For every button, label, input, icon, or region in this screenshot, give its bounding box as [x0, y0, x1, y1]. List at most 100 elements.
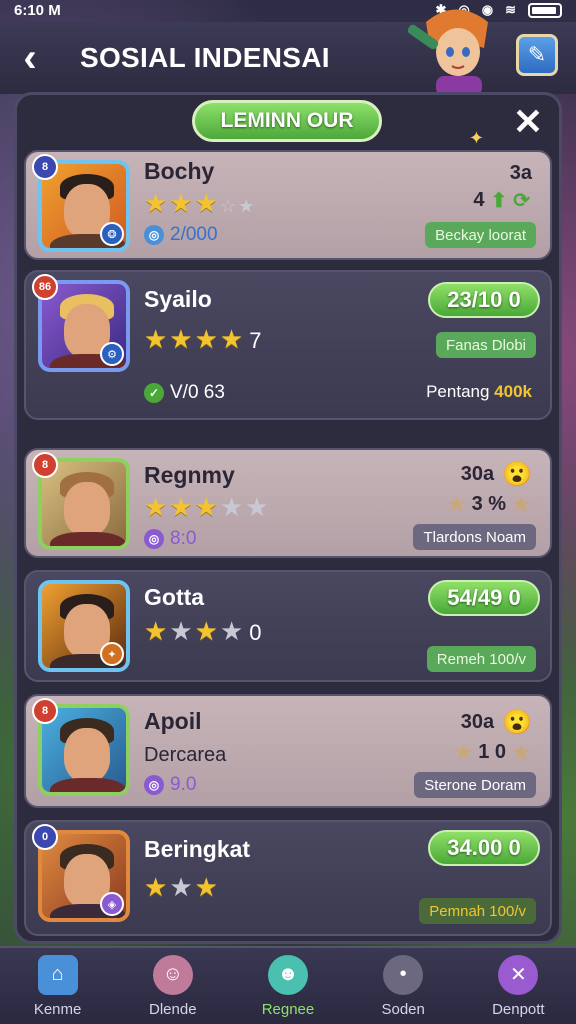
nav-label: Regnee — [261, 1000, 315, 1018]
star-icon: ★ — [512, 494, 530, 516]
avatar: ✦ — [38, 580, 130, 672]
player-card[interactable]: ⚙ 86 Syailo ★★★★ 7 ✓ V/0 63 23/10 0 Fanas… — [24, 270, 552, 420]
edit-button[interactable]: ✎ — [516, 34, 558, 76]
player-name: Bochy — [144, 158, 215, 184]
badge-icon: ◈ — [100, 892, 124, 916]
coin-value: 8:0 — [170, 528, 197, 549]
star-icon: ★ — [447, 494, 466, 516]
level-text: 3a — [509, 162, 532, 184]
badge-icon: ⚙ — [100, 342, 124, 366]
page-title: SOSIAL INDENSAI — [80, 42, 330, 73]
nav-label: Dlende — [149, 1000, 197, 1018]
wifi-icon: ≋ — [505, 2, 516, 17]
rank-badge: 86 — [32, 274, 58, 300]
home-icon: ⌂ — [37, 954, 78, 995]
player-name: Apoil — [144, 708, 202, 734]
avatar-icon: ☺ — [152, 954, 193, 995]
coin-value: V/0 63 — [170, 382, 225, 403]
battery-icon — [528, 2, 562, 18]
star-rating: ★★★☆★ — [144, 188, 257, 218]
reaction-count: 1 0 — [478, 741, 507, 763]
nav-item-active[interactable]: ☻ Regnee — [238, 954, 338, 1018]
bottom-right-value: 400k — [494, 382, 532, 401]
nav-label: Kenme — [33, 1000, 82, 1018]
player-name: Syailo — [144, 286, 212, 312]
rank-badge: 8 — [32, 452, 58, 478]
reaction-row: ★ 3 % ★ — [448, 492, 530, 517]
nav-item-denpott[interactable]: ✕ Denpott — [468, 954, 568, 1018]
chevron-left-icon: ‹ — [23, 35, 37, 80]
player-card[interactable]: ◈ 0 Beringkat ★★★ 34.00 0 Pemnah 100/v — [24, 820, 552, 936]
pencil-icon: ✎ — [527, 42, 547, 67]
score-pill[interactable]: 23/10 0 — [428, 282, 540, 318]
badge-icon: ❂ — [100, 222, 124, 246]
rank-badge: 0 — [32, 824, 58, 850]
smile-icon: 😮 — [502, 709, 532, 736]
coin-icon: ◎ — [144, 225, 164, 245]
player-card[interactable]: ✦ Gotta ★★★★ 0 54/49 0 Remeh 100/v — [24, 570, 552, 682]
reaction-count: 4 — [473, 189, 485, 211]
level-text: 30a — [460, 463, 495, 485]
status-tag: Beckay loorat — [425, 222, 536, 248]
level-row: 30a 😮 — [461, 708, 532, 737]
player-name: Beringkat — [144, 836, 251, 862]
sparkle-icon: ✦ — [468, 128, 484, 148]
star-extra: 0 — [249, 620, 264, 645]
level-row: 30a 😮 — [461, 460, 532, 489]
level-text: 30a — [460, 711, 495, 733]
nav-item-soden[interactable]: • Soden — [353, 954, 453, 1018]
header: ‹ SOSIAL INDENSAI ✎ — [0, 9, 576, 96]
star-icon: ★ — [512, 742, 530, 764]
badge-icon: ✦ — [100, 642, 124, 666]
nav-item-friends[interactable]: ☺ Dlende — [123, 954, 223, 1018]
player-name: Regnmy — [144, 462, 235, 488]
status-tag: Sterone Doram — [414, 772, 536, 798]
bottom-nav: ⌂ Kenme ☺ Dlende ☻ Regnee • Soden ✕ Denp… — [0, 946, 576, 1024]
coin-line: ✓ V/0 63 — [144, 382, 225, 404]
reaction-count: 3 % — [471, 493, 507, 515]
status-tag: Pemnah 100/v — [419, 898, 536, 924]
smile-icon: ☻ — [267, 954, 308, 995]
status-tag: Remeh 100/v — [426, 646, 536, 672]
star-rating: ★★★★ 0 — [144, 616, 264, 646]
nav-item-home[interactable]: ⌂ Kenme — [8, 954, 108, 1018]
close-circle-icon: ✕ — [498, 954, 539, 995]
status-tag: Tlardons Noam — [413, 524, 536, 550]
coin-line: ◎ 2/000 — [144, 224, 218, 246]
rank-badge: 8 — [32, 698, 58, 724]
player-card[interactable]: 8 Regnmy ★★★★★ ◎ 8:0 30a 😮 ★ 3 % ★ Tlard… — [24, 448, 552, 558]
star-rating: ★★★★★ — [144, 492, 271, 522]
coin-value: 2/000 — [170, 224, 218, 245]
coin-value: 9.0 — [170, 774, 197, 795]
smile-icon: 😮 — [502, 461, 532, 488]
mascot-icon — [407, 9, 488, 96]
player-subtitle: Dercarea — [144, 744, 227, 766]
nav-label: Denpott — [492, 1000, 545, 1018]
star-icon: ★ — [454, 742, 473, 764]
rank-badge: 8 — [32, 154, 58, 180]
player-name: Gotta — [144, 584, 205, 610]
nav-label: Soden — [381, 1000, 425, 1018]
coin-icon: ◎ — [144, 775, 164, 795]
star-rating: ★★★ — [144, 872, 220, 902]
reaction-row: 4 ⬆ ⟳ — [473, 188, 530, 213]
score-pill[interactable]: 34.00 0 — [428, 830, 540, 866]
back-button[interactable]: ‹ — [0, 28, 60, 88]
check-icon: ✓ — [144, 383, 164, 403]
status-tag: Fanas Dlobi — [435, 332, 536, 358]
panel-tab[interactable]: LEMINN OUR — [192, 100, 382, 142]
score-pill[interactable]: 54/49 0 — [428, 580, 540, 616]
status-time: 6:10 M — [14, 1, 61, 19]
coin-line: ◎ 9.0 — [144, 774, 196, 796]
refresh-icon: ⟳ — [513, 190, 530, 212]
close-button[interactable]: ✕ — [510, 104, 546, 140]
bottom-right-text: Pentang 400k — [426, 382, 532, 402]
reaction-row: ★ 1 0 ★ — [454, 740, 530, 765]
star-rating: ★★★★ 7 — [144, 324, 264, 354]
player-card[interactable]: ❂ 8 Bochy ★★★☆★ ◎ 2/000 3a 4 ⬆ ⟳ Beckay … — [24, 150, 552, 260]
player-card[interactable]: 8 Apoil Dercarea ◎ 9.0 30a 😮 ★ 1 0 ★ Ste… — [24, 694, 552, 808]
up-arrow-icon: ⬆ — [490, 190, 508, 212]
star-extra: 7 — [249, 328, 264, 353]
coin-icon: ◎ — [144, 529, 164, 549]
dot-icon: • — [383, 954, 424, 995]
